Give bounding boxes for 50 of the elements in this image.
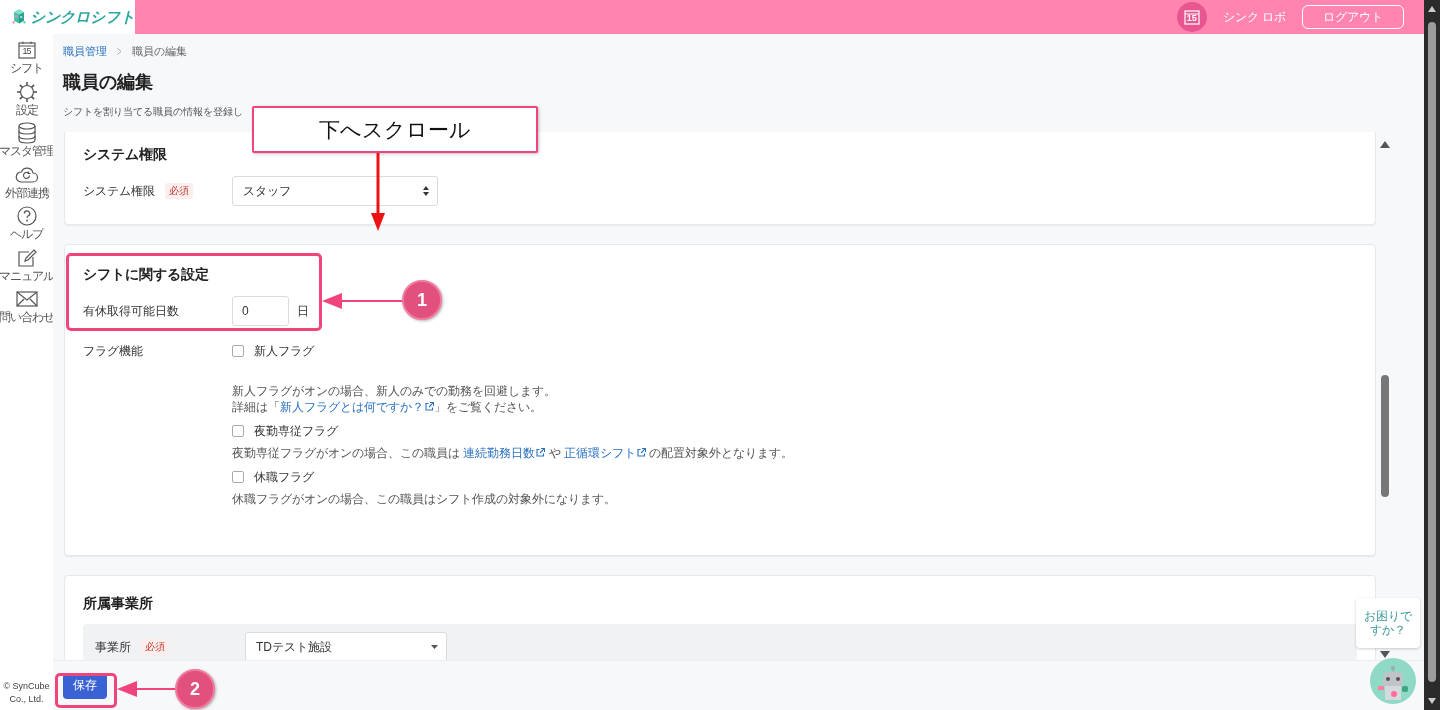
sidebar-item[interactable]: 15 シフト — [0, 38, 53, 80]
flag-note: 詳細は「新人フラグとは何ですか？ 」をご覧ください。 — [232, 399, 543, 415]
checkbox-label: 夜勤専従フラグ — [254, 422, 338, 440]
checkbox-label: 新人フラグ — [254, 342, 314, 360]
user-name: シンク ロボ — [1222, 8, 1286, 26]
breadcrumb-link[interactable]: 職員管理 — [63, 43, 107, 59]
select-field[interactable]: スタッフ — [232, 176, 438, 206]
calendar-icon[interactable] — [1182, 8, 1201, 26]
help-bubble[interactable]: お困りですか？ — [1356, 598, 1420, 648]
calendar-day: 15 — [1186, 13, 1197, 23]
sidebar-item[interactable]: 設定 — [0, 79, 53, 121]
arrow — [117, 681, 178, 697]
copyright: © SynCube Co., Ltd. — [2, 680, 51, 706]
help-link[interactable]: 正循環シフト — [564, 446, 646, 460]
help-link[interactable]: 新人フラグとは何ですか？ — [280, 400, 434, 414]
sidebar-item[interactable]: ヘルプ — [0, 204, 53, 246]
section-title: システム権限 — [83, 145, 168, 163]
calendar-icon — [16, 40, 37, 60]
unit-label: 日 — [297, 302, 309, 320]
sidebar-item[interactable]: 問い合わせ — [0, 287, 53, 329]
calendar-day: 15 — [22, 46, 31, 56]
field-label: システム権限 — [83, 182, 155, 200]
cloud-sync-icon — [14, 165, 39, 184]
page-description: シフトを割り当てる職員の情報を登録し — [63, 105, 244, 119]
help-icon — [16, 206, 37, 226]
callout-box: 下へスクロール — [252, 106, 538, 153]
field-label: 事業所 — [95, 638, 131, 656]
help-link[interactable]: 連続勤務日数 — [463, 446, 546, 460]
logo-text: シンクロシフト — [30, 7, 135, 27]
field-label: 有休取得可能日数 — [83, 302, 179, 320]
sort-arrows-icon — [423, 186, 429, 196]
flag-note: 夜勤専従フラグがオンの場合、この職員は 連続勤務日数 や 正循環シフト の配置対象外となります。 — [232, 445, 795, 461]
robot-avatar[interactable] — [1370, 658, 1416, 704]
checkbox-label: 休職フラグ — [254, 468, 314, 486]
mail-icon — [15, 291, 38, 307]
highlight-frame — [55, 673, 117, 708]
field-label: フラグ機能 — [83, 342, 143, 360]
breadcrumb-current: 職員の編集 — [132, 43, 187, 59]
flag-note: 新人フラグがオンの場合、新人のみでの勤務を回避します。 — [232, 383, 557, 399]
required-badge: 必須 — [165, 183, 193, 199]
page-title: 職員の編集 — [63, 71, 154, 94]
chevron-icon — [117, 47, 122, 55]
flag-note: 休職フラグがオンの場合、この職員はシフト作成の対象外になります。 — [232, 491, 617, 507]
section-title: シフトに関する設定 — [83, 265, 210, 283]
edit-icon — [16, 247, 37, 268]
database-icon — [16, 122, 37, 144]
gear-icon — [15, 80, 38, 103]
sidebar-item[interactable]: 外部連携 — [0, 162, 53, 204]
section-title: 所属事業所 — [83, 594, 154, 612]
scrollbar[interactable] — [1424, 0, 1440, 710]
